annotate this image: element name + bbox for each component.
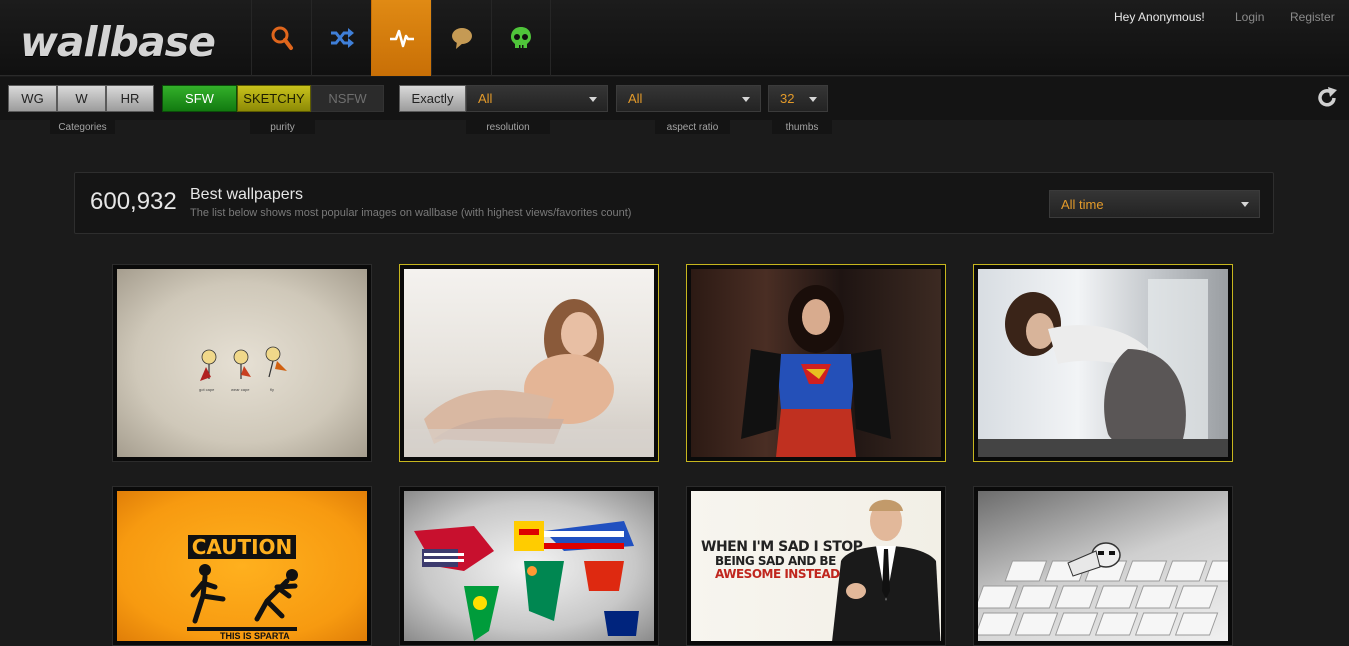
chevron-down-icon: [1241, 202, 1249, 207]
nav-tab-random[interactable]: [311, 0, 371, 76]
pulse-icon: [389, 29, 414, 48]
resolution-select[interactable]: All: [466, 85, 608, 112]
category-wg-button[interactable]: WG: [8, 85, 57, 112]
wallpaper-count: 600,932: [90, 188, 177, 215]
top-header: wallbase Hey Anonymous! Login Register: [0, 0, 1349, 76]
chevron-down-icon: [742, 97, 750, 102]
register-link[interactable]: Register: [1290, 10, 1335, 24]
thumb-image: CAUTION THIS IS SPARTA: [117, 491, 367, 641]
purity-sfw-button[interactable]: SFW: [162, 85, 237, 112]
thumb-caption: got cape: [199, 387, 215, 392]
wallpaper-thumb[interactable]: CAUTION THIS IS SPARTA: [112, 486, 372, 646]
thumb-image: [404, 269, 654, 457]
purity-nsfw-button[interactable]: NSFW: [311, 85, 384, 112]
toplist-info-bar: 600,932 Best wallpapers The list below s…: [74, 172, 1274, 234]
aspect-ratio-select[interactable]: All: [616, 85, 761, 112]
thumb-image: [404, 491, 654, 641]
keyboard-stormtrooper-photo: [978, 542, 1228, 636]
search-icon: [271, 26, 293, 50]
category-w-button[interactable]: W: [57, 85, 106, 112]
skull-icon: [511, 27, 531, 48]
filter-toolbar: WG W HR SFW SKETCHY NSFW Exactly All All…: [0, 77, 1349, 120]
login-link[interactable]: Login: [1235, 10, 1264, 24]
aspect-ratio-label: aspect ratio: [655, 120, 730, 134]
chevron-down-icon: [809, 97, 817, 102]
wallpaper-thumb[interactable]: [973, 264, 1233, 462]
thumb-image: [978, 269, 1228, 457]
resolution-value: All: [478, 91, 493, 106]
resolution-mode-button[interactable]: Exactly: [399, 85, 466, 112]
photo-placeholder: [741, 285, 891, 457]
categories-label: Categories: [50, 120, 115, 134]
photo-placeholder: [978, 279, 1228, 457]
suited-man-photo: [832, 499, 941, 641]
thumb-image: [691, 269, 941, 457]
kick-pictogram: [187, 564, 298, 631]
purity-sketchy-button[interactable]: SKETCHY: [237, 85, 311, 112]
flag-world-map: [414, 521, 639, 641]
greeting-text: Hey Anonymous!: [1114, 10, 1205, 24]
thumb-image: [978, 491, 1228, 641]
sparta-text: THIS IS SPARTA: [220, 631, 290, 641]
wallpaper-thumb[interactable]: got cape wear cape fly: [112, 264, 372, 462]
shuffle-icon: [330, 28, 354, 48]
thumb-image: WHEN I'M SAD I STOP BEING SAD AND BE AWE…: [691, 491, 941, 641]
list-title: Best wallpapers: [190, 186, 303, 203]
nav-tab-toplist[interactable]: [371, 0, 431, 76]
nav-tab-search[interactable]: [251, 0, 311, 76]
wallpaper-thumb[interactable]: [686, 264, 946, 462]
purity-label: purity: [250, 120, 315, 134]
thumb-caption: wear cape: [231, 387, 250, 392]
wallpaper-thumb[interactable]: WHEN I'M SAD I STOP BEING SAD AND BE AWE…: [686, 486, 946, 646]
thumb-caption: fly: [270, 387, 274, 392]
nav-tab-forum[interactable]: [431, 0, 491, 76]
category-hr-button[interactable]: HR: [106, 85, 154, 112]
photo-placeholder: [404, 299, 654, 457]
thumbs-label: thumbs: [772, 120, 832, 134]
thumbs-per-page-value: 32: [780, 91, 795, 106]
stick-figures-illustration: [200, 346, 287, 381]
resolution-label: resolution: [466, 120, 550, 134]
nav-tab-nsfw[interactable]: [491, 0, 551, 76]
site-logo[interactable]: wallbase: [20, 18, 216, 66]
time-range-value: All time: [1061, 196, 1104, 212]
refresh-icon[interactable]: [1315, 86, 1339, 110]
wallpaper-thumb[interactable]: [399, 486, 659, 646]
thumb-image: got cape wear cape fly: [117, 269, 367, 457]
aspect-ratio-value: All: [628, 91, 643, 106]
wallpaper-thumb[interactable]: [399, 264, 659, 462]
speech-bubble-icon: [451, 28, 472, 49]
thumbs-per-page-select[interactable]: 32: [768, 85, 828, 112]
chevron-down-icon: [589, 97, 597, 102]
list-description: The list below shows most popular images…: [190, 207, 632, 219]
wallpaper-thumb[interactable]: [973, 486, 1233, 646]
time-range-select[interactable]: All time: [1049, 190, 1260, 218]
